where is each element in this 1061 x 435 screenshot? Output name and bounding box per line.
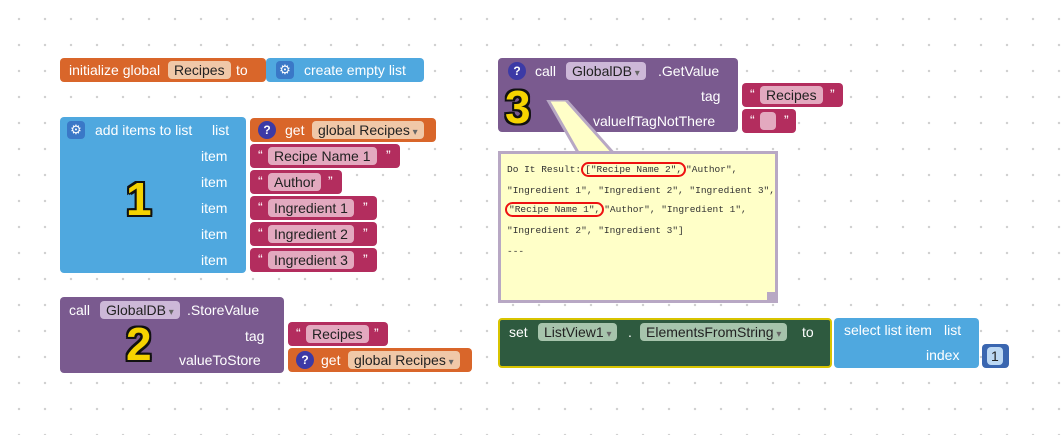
- property-dropdown[interactable]: ElementsFromString: [640, 323, 788, 341]
- get-var-dropdown[interactable]: global Recipes: [348, 351, 460, 369]
- text-field[interactable]: Recipes: [760, 86, 823, 104]
- result-text: ---: [507, 246, 525, 257]
- help-icon[interactable]: ?: [296, 351, 314, 369]
- step-number-3: 3: [505, 81, 531, 133]
- list-socket-label: list: [212, 122, 230, 138]
- highlight-recipe-name-1: "Recipe Name 1",: [505, 202, 605, 217]
- item-socket-label: item: [201, 226, 228, 242]
- method-label: .GetValue: [658, 63, 720, 79]
- item-socket-label: item: [201, 252, 228, 268]
- result-text: "Ingredient 2", "Ingredient 3"]: [507, 225, 684, 236]
- tag-label: tag: [245, 328, 265, 344]
- to-label: to: [802, 324, 814, 340]
- index-number-field[interactable]: 1: [987, 347, 1003, 365]
- empty-text-field[interactable]: [760, 112, 776, 130]
- highlight-recipe-name-2: ["Recipe Name 2",: [581, 162, 687, 177]
- text-block-tag[interactable]: “ Recipes ”: [742, 83, 843, 107]
- add-items-to-list-block[interactable]: ⚙ add items to list list item item item …: [60, 117, 246, 273]
- step-number-2: 2: [126, 318, 152, 370]
- get-global-recipes-block[interactable]: ? get global Recipes: [250, 118, 436, 142]
- text-block-empty[interactable]: “ ”: [742, 109, 796, 133]
- result-text: "Ingredient 1", "Ingredient 2", "Ingredi…: [507, 185, 775, 196]
- create-empty-list-label: create empty list: [304, 62, 406, 78]
- step-number-1: 1: [126, 173, 152, 225]
- bubble-tail: [546, 100, 620, 158]
- call-label: call: [69, 302, 91, 318]
- set-label: set: [509, 324, 528, 340]
- number-block[interactable]: 1: [982, 344, 1009, 368]
- text-field[interactable]: Recipe Name 1: [268, 147, 377, 165]
- index-label: index: [926, 347, 960, 363]
- list-label: list: [944, 322, 962, 338]
- item-socket-label: item: [201, 174, 228, 190]
- global-var-name-field[interactable]: Recipes: [168, 61, 231, 79]
- text-block-item-2[interactable]: “ Author ”: [250, 170, 342, 194]
- value-to-store-label: valueToStore: [179, 352, 261, 368]
- gear-icon[interactable]: ⚙: [276, 61, 294, 79]
- result-text: "Author",: [686, 164, 738, 175]
- init-global-block[interactable]: initialize global Recipes to: [60, 58, 266, 82]
- store-value-block[interactable]: call GlobalDB .StoreValue tag valueToSto…: [60, 297, 284, 373]
- do-it-result-bubble: Do It Result: ["Recipe Name 2", "Author", …: [498, 151, 778, 303]
- init-to-label: to: [236, 62, 248, 78]
- result-prefix: Do It Result:: [507, 164, 582, 175]
- text-block-tag[interactable]: “ Recipes ”: [288, 322, 388, 346]
- text-field[interactable]: Author: [268, 173, 322, 191]
- text-block-item-3[interactable]: “ Ingredient 1 ”: [250, 196, 377, 220]
- dot-label: .: [628, 324, 632, 340]
- text-field[interactable]: Ingredient 2: [268, 225, 354, 243]
- result-text: "Author", "Ingredient 1",: [604, 204, 747, 215]
- init-global-label: initialize global: [69, 62, 161, 78]
- get-label: get: [321, 352, 341, 368]
- component-dropdown[interactable]: ListView1: [538, 323, 618, 341]
- text-field[interactable]: Ingredient 1: [268, 199, 354, 217]
- set-listview-block[interactable]: set ListView1 . ElementsFromString to: [498, 318, 832, 368]
- text-field[interactable]: Ingredient 3: [268, 251, 354, 269]
- add-items-label: add items to list: [95, 122, 193, 138]
- select-list-item-block[interactable]: select list item list index: [834, 318, 979, 368]
- text-field[interactable]: Recipes: [306, 325, 369, 343]
- item-socket-label: item: [201, 200, 228, 216]
- text-block-item-1[interactable]: “ Recipe Name 1 ”: [250, 144, 400, 168]
- get-global-recipes-block[interactable]: ? get global Recipes: [288, 348, 472, 372]
- gear-icon[interactable]: ⚙: [67, 121, 85, 139]
- text-block-item-4[interactable]: “ Ingredient 2 ”: [250, 222, 377, 246]
- select-list-item-label: select list item: [844, 322, 932, 338]
- text-block-item-5[interactable]: “ Ingredient 3 ”: [250, 248, 377, 272]
- call-label: call: [535, 63, 557, 79]
- get-label: get: [285, 122, 305, 138]
- resize-handle[interactable]: [767, 292, 775, 300]
- item-socket-label: item: [201, 148, 228, 164]
- create-empty-list-block[interactable]: ⚙ create empty list: [266, 58, 424, 82]
- help-icon[interactable]: ?: [508, 62, 526, 80]
- method-label: .StoreValue: [187, 302, 260, 318]
- tag-label: tag: [701, 88, 721, 104]
- get-var-dropdown[interactable]: global Recipes: [312, 121, 424, 139]
- help-icon[interactable]: ?: [258, 121, 276, 139]
- component-dropdown[interactable]: GlobalDB: [566, 62, 646, 80]
